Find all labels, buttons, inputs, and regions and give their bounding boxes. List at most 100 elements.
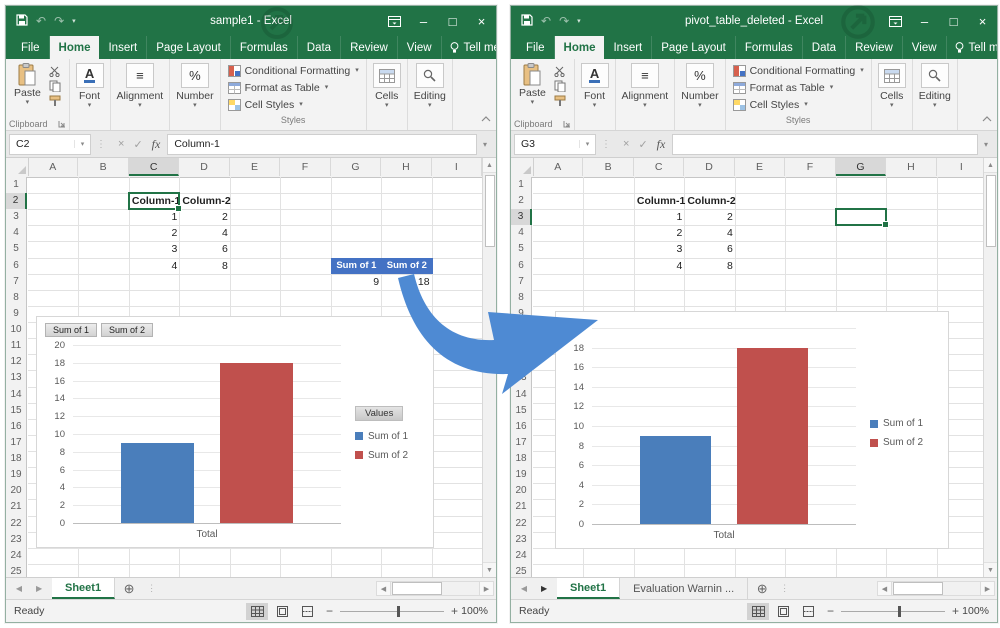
row-header-16[interactable]: 16	[511, 419, 532, 435]
dialog-launcher-icon[interactable]	[563, 120, 571, 128]
cell-D5[interactable]: 6	[684, 241, 735, 257]
column-header-D[interactable]: D	[179, 158, 229, 176]
cell-C4[interactable]: 2	[129, 225, 180, 241]
font-group-button[interactable]: A Font ▾	[70, 59, 111, 130]
vscroll-thumb[interactable]	[485, 175, 495, 247]
formula-bar-expand-icon[interactable]: ▾	[477, 140, 493, 149]
format-painter-icon[interactable]	[49, 95, 61, 107]
column-header-E[interactable]: E	[230, 158, 280, 176]
editing-group-button[interactable]: Editing ▾	[913, 59, 958, 130]
row-header-24[interactable]: 24	[511, 548, 532, 564]
row-header-16[interactable]: 16	[6, 419, 27, 435]
column-header-B[interactable]: B	[583, 158, 633, 176]
cell-H7[interactable]: 18	[381, 274, 432, 290]
formula-bar[interactable]	[672, 134, 978, 155]
tab-insert[interactable]: Insert	[99, 36, 147, 59]
zoom-in-icon[interactable]: +	[952, 604, 959, 618]
row-header-23[interactable]: 23	[6, 532, 27, 548]
cells-group-button[interactable]: Cells ▾	[872, 59, 913, 130]
cell-C5[interactable]: 3	[634, 241, 685, 257]
scroll-left-icon[interactable]: ◀	[877, 581, 892, 596]
cut-icon[interactable]	[554, 66, 567, 77]
column-header-F[interactable]: F	[785, 158, 835, 176]
minimize-button[interactable]: –	[910, 6, 939, 36]
pivot-chart[interactable]: Sum of 1Sum of 202468101214161820TotalVa…	[36, 316, 434, 548]
tab-file[interactable]: File	[517, 36, 555, 59]
column-header-C[interactable]: C	[129, 158, 179, 176]
cell-G6[interactable]: Sum of 1	[331, 258, 382, 274]
column-header-D[interactable]: D	[684, 158, 734, 176]
zoom-level[interactable]: 100%	[458, 605, 488, 617]
tab-formulas[interactable]: Formulas	[231, 36, 298, 59]
row-header-10[interactable]: 10	[6, 322, 27, 338]
tab-formulas[interactable]: Formulas	[736, 36, 803, 59]
vertical-scrollbar[interactable]: ▲ ▼	[482, 158, 496, 577]
field-button-sum-of-2[interactable]: Sum of 2	[101, 323, 153, 337]
column-header-I[interactable]: I	[432, 158, 482, 176]
row-header-21[interactable]: 21	[6, 499, 27, 515]
row-header-4[interactable]: 4	[511, 225, 532, 241]
cell-D2[interactable]: Column-2	[179, 193, 230, 209]
scroll-up-icon[interactable]: ▲	[984, 158, 997, 173]
bar-sum-of-1[interactable]	[121, 443, 193, 523]
editing-group-button[interactable]: Editing ▾	[408, 59, 453, 130]
name-box-caret-icon[interactable]: ▾	[579, 140, 595, 148]
row-header-1[interactable]: 1	[511, 177, 532, 193]
row-header-3[interactable]: 3	[6, 209, 27, 225]
row-header-20[interactable]: 20	[6, 483, 27, 499]
cell-D5[interactable]: 6	[179, 241, 230, 257]
row-header-19[interactable]: 19	[511, 467, 532, 483]
column-header-C[interactable]: C	[634, 158, 684, 176]
cell-C5[interactable]: 3	[129, 241, 180, 257]
hscroll-thumb[interactable]	[893, 582, 943, 595]
hscroll-thumb[interactable]	[392, 582, 442, 595]
zoom-in-icon[interactable]: +	[451, 604, 458, 618]
alignment-group-button[interactable]: ≡ Alignment ▾	[111, 59, 171, 130]
normal-view-button[interactable]	[246, 603, 268, 620]
new-sheet-button[interactable]: ⊕	[115, 578, 143, 599]
save-icon[interactable]	[16, 14, 28, 29]
enter-icon[interactable]: ✓	[133, 138, 142, 151]
row-header-12[interactable]: 12	[511, 354, 532, 370]
tab-view[interactable]: View	[398, 36, 442, 59]
number-group-button[interactable]: % Number ▾	[675, 59, 725, 130]
tab-review[interactable]: Review	[846, 36, 903, 59]
row-header-13[interactable]: 13	[6, 370, 27, 386]
insert-function-icon[interactable]: fx	[657, 137, 666, 152]
cell-C3[interactable]: 1	[634, 209, 685, 225]
tab-insert[interactable]: Insert	[604, 36, 652, 59]
row-header-21[interactable]: 21	[511, 499, 532, 515]
scroll-down-icon[interactable]: ▼	[984, 562, 997, 577]
bar-sum-of-2[interactable]	[737, 348, 808, 524]
row-header-1[interactable]: 1	[6, 177, 27, 193]
cell-C3[interactable]: 1	[129, 209, 180, 225]
cell-C6[interactable]: 4	[129, 258, 180, 274]
row-header-2[interactable]: 2	[511, 193, 532, 209]
formula-bar-expand-icon[interactable]: ▾	[978, 140, 994, 149]
insert-function-icon[interactable]: fx	[152, 137, 161, 152]
name-box-caret-icon[interactable]: ▾	[74, 140, 90, 148]
normal-view-button[interactable]	[747, 603, 769, 620]
prev-sheet-icon[interactable]: ◀	[16, 584, 22, 593]
enter-icon[interactable]: ✓	[638, 138, 647, 151]
next-sheet-icon[interactable]: ▶	[36, 584, 42, 593]
row-header-22[interactable]: 22	[6, 516, 27, 532]
format-painter-icon[interactable]	[554, 95, 566, 107]
cell-D4[interactable]: 4	[684, 225, 735, 241]
conditional-formatting-button[interactable]: Conditional Formatting▾	[733, 63, 864, 79]
page-break-view-button[interactable]	[296, 603, 318, 620]
zoom-thumb[interactable]	[898, 606, 901, 617]
page-layout-view-button[interactable]	[271, 603, 293, 620]
column-header-H[interactable]: H	[381, 158, 431, 176]
page-layout-view-button[interactable]	[772, 603, 794, 620]
tell-me-box[interactable]: Tell me...	[442, 36, 497, 59]
select-all-corner[interactable]	[511, 158, 534, 176]
row-header-9[interactable]: 9	[511, 306, 532, 322]
row-header-17[interactable]: 17	[511, 435, 532, 451]
next-sheet-icon[interactable]: ▶	[541, 584, 547, 593]
ribbon-display-options-icon[interactable]	[380, 6, 409, 36]
conditional-formatting-button[interactable]: Conditional Formatting▾	[228, 63, 359, 79]
row-header-20[interactable]: 20	[511, 483, 532, 499]
formula-bar[interactable]: Column-1	[167, 134, 477, 155]
cell-D6[interactable]: 8	[684, 258, 735, 274]
